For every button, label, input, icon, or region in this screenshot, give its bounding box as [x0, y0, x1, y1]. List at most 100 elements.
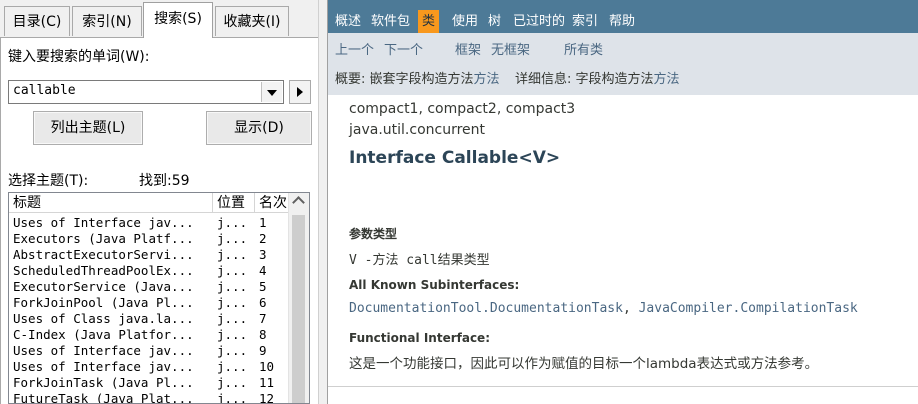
- subinterface-separator: ,: [622, 301, 631, 316]
- profiles-line: compact1, compact2, compact3: [349, 101, 576, 117]
- cell-title: Uses of Interface jav...: [13, 343, 194, 358]
- type-param-line: V -方法 call结果类型: [349, 253, 490, 268]
- nav-tree[interactable]: 树: [488, 0, 501, 33]
- frames-link[interactable]: 框架: [455, 39, 481, 58]
- list-item[interactable]: Uses of Interface jav... j... 9: [9, 343, 289, 359]
- next-class-link[interactable]: 下一个: [384, 39, 423, 58]
- detail-line: 详细信息: 字段构造方法方法: [515, 68, 680, 87]
- cell-rank: 11: [259, 375, 275, 390]
- list-item[interactable]: Uses of Class java.la... j... 7: [9, 311, 289, 327]
- cell-title: Uses of Class java.la...: [13, 311, 194, 326]
- cell-location: j...: [217, 391, 248, 404]
- doc-content-pane: 概述 软件包 类 使用 树 已过时的 索引 帮助 上一个 下一个 框架 无框架 …: [328, 0, 918, 404]
- help-navigator-pane: 目录(C) 索引(N) 搜索(S) 收藏夹(I) 键入要搜索的单词(W): ca…: [0, 0, 318, 404]
- list-item[interactable]: Uses of Interface jav... j... 1: [9, 215, 289, 231]
- summary-method-link[interactable]: 方法: [474, 72, 500, 87]
- cell-title: Executors (Java Platf...: [13, 231, 194, 246]
- list-item[interactable]: ForkJoinPool (Java Pl... j... 6: [9, 295, 289, 311]
- nav-deprecated[interactable]: 已过时的: [513, 0, 565, 33]
- cell-title: ForkJoinPool (Java Pl...: [13, 295, 194, 310]
- combobox-dropdown-button[interactable]: [261, 82, 282, 102]
- cell-location: j...: [217, 343, 248, 358]
- column-header-rank[interactable]: 名次: [255, 193, 289, 213]
- cell-rank: 6: [259, 295, 267, 310]
- list-topics-button[interactable]: 列出主题(L): [33, 111, 143, 145]
- topic-rows: Uses of Interface jav... j... 1 Executors (…: [9, 215, 289, 404]
- list-item[interactable]: C-Index (Java Platfor... j... 8: [9, 327, 289, 343]
- cell-location: j...: [217, 327, 248, 342]
- nav-class[interactable]: 类: [418, 10, 440, 33]
- cell-location: j...: [217, 263, 248, 278]
- scroll-up-icon[interactable]: [292, 196, 305, 209]
- summary-label: 概要:: [335, 72, 366, 87]
- search-word-label: 键入要搜索的单词(W):: [8, 49, 150, 65]
- list-item[interactable]: Executors (Java Platf... j... 2: [9, 231, 289, 247]
- cell-rank: 10: [259, 359, 275, 374]
- cell-rank: 1: [259, 215, 267, 230]
- play-arrow-icon: [297, 87, 303, 97]
- cell-location: j...: [217, 231, 248, 246]
- cell-title: FutureTask (Java Plat...: [13, 391, 194, 404]
- package-name: java.util.concurrent: [349, 122, 486, 138]
- prev-class-link[interactable]: 上一个: [335, 39, 374, 58]
- section-divider: [328, 386, 918, 387]
- navigator-tabs: 目录(C) 索引(N) 搜索(S) 收藏夹(I): [0, 0, 318, 38]
- nav-help[interactable]: 帮助: [609, 0, 635, 33]
- subinterface-link-1[interactable]: DocumentationTool.DocumentationTask: [349, 301, 623, 316]
- nav-index[interactable]: 索引: [572, 0, 598, 33]
- cell-rank: 4: [259, 263, 267, 278]
- nav-package[interactable]: 软件包: [371, 0, 410, 33]
- type-params-label: 参数类型: [349, 227, 398, 241]
- cell-location: j...: [217, 295, 248, 310]
- nav-use[interactable]: 使用: [452, 0, 478, 33]
- search-combobox[interactable]: callable: [8, 80, 284, 104]
- scrollbar-thumb[interactable]: [292, 215, 305, 403]
- list-item[interactable]: ForkJoinTask (Java Pl... j... 11: [9, 375, 289, 391]
- cell-location: j...: [217, 247, 248, 262]
- cell-location: j...: [217, 375, 248, 390]
- list-item[interactable]: ExecutorService (Java... j... 5: [9, 279, 289, 295]
- top-nav-bar: 概述 软件包 类 使用 树 已过时的 索引 帮助: [328, 0, 918, 33]
- cell-title: ForkJoinTask (Java Pl...: [13, 375, 194, 390]
- all-classes-link[interactable]: 所有类: [564, 39, 603, 58]
- nav-overview[interactable]: 概述: [335, 0, 361, 33]
- list-scrollbar[interactable]: [288, 193, 309, 403]
- cell-location: j...: [217, 279, 248, 294]
- cell-location: j...: [217, 311, 248, 326]
- functional-interface-label: Functional Interface:: [349, 331, 490, 345]
- cell-rank: 3: [259, 247, 267, 262]
- column-header-title[interactable]: 标题: [9, 193, 213, 213]
- tab-favorites[interactable]: 收藏夹(I): [215, 6, 289, 36]
- list-item[interactable]: ScheduledThreadPoolEx... j... 4: [9, 263, 289, 279]
- go-button[interactable]: [289, 80, 311, 104]
- list-item[interactable]: FutureTask (Java Plat... j... 12: [9, 391, 289, 404]
- detail-label: 详细信息:: [515, 72, 572, 87]
- column-header-location[interactable]: 位置: [213, 193, 255, 213]
- cell-rank: 8: [259, 327, 267, 342]
- cell-location: j...: [217, 359, 248, 374]
- subinterfaces-label: All Known Subinterfaces:: [349, 278, 520, 292]
- pane-splitter[interactable]: [318, 0, 328, 404]
- cell-title: AbstractExecutorServi...: [13, 247, 194, 262]
- cell-rank: 5: [259, 279, 267, 294]
- search-input[interactable]: callable: [13, 83, 76, 98]
- tab-contents[interactable]: 目录(C): [4, 6, 70, 36]
- detail-items: 字段构造方法: [575, 72, 654, 87]
- cell-title: Uses of Interface jav...: [13, 359, 194, 374]
- detail-method-link[interactable]: 方法: [654, 72, 680, 87]
- no-frames-link[interactable]: 无框架: [491, 39, 530, 58]
- summary-line: 概要: 嵌套字段构造方法方法: [335, 68, 500, 87]
- cell-title: Uses of Interface jav...: [13, 215, 194, 230]
- functional-interface-text: 这是一个功能接口，因此可以作为赋值的目标一个lambda表达式或方法参考。: [349, 356, 819, 372]
- list-item[interactable]: Uses of Interface jav... j... 10: [9, 359, 289, 375]
- subinterface-link-2[interactable]: JavaCompiler.CompilationTask: [639, 301, 858, 316]
- topic-list[interactable]: 标题 位置 名次 Uses of Interface jav... j... 1 Ex…: [8, 192, 310, 404]
- display-button[interactable]: 显示(D): [206, 111, 312, 145]
- cell-location: j...: [217, 215, 248, 230]
- cell-title: ExecutorService (Java...: [13, 279, 194, 294]
- tab-index[interactable]: 索引(N): [72, 6, 142, 36]
- list-item[interactable]: AbstractExecutorServi... j... 3: [9, 247, 289, 263]
- cell-rank: 12: [259, 391, 275, 404]
- tab-search[interactable]: 搜索(S): [143, 2, 213, 38]
- cell-rank: 2: [259, 231, 267, 246]
